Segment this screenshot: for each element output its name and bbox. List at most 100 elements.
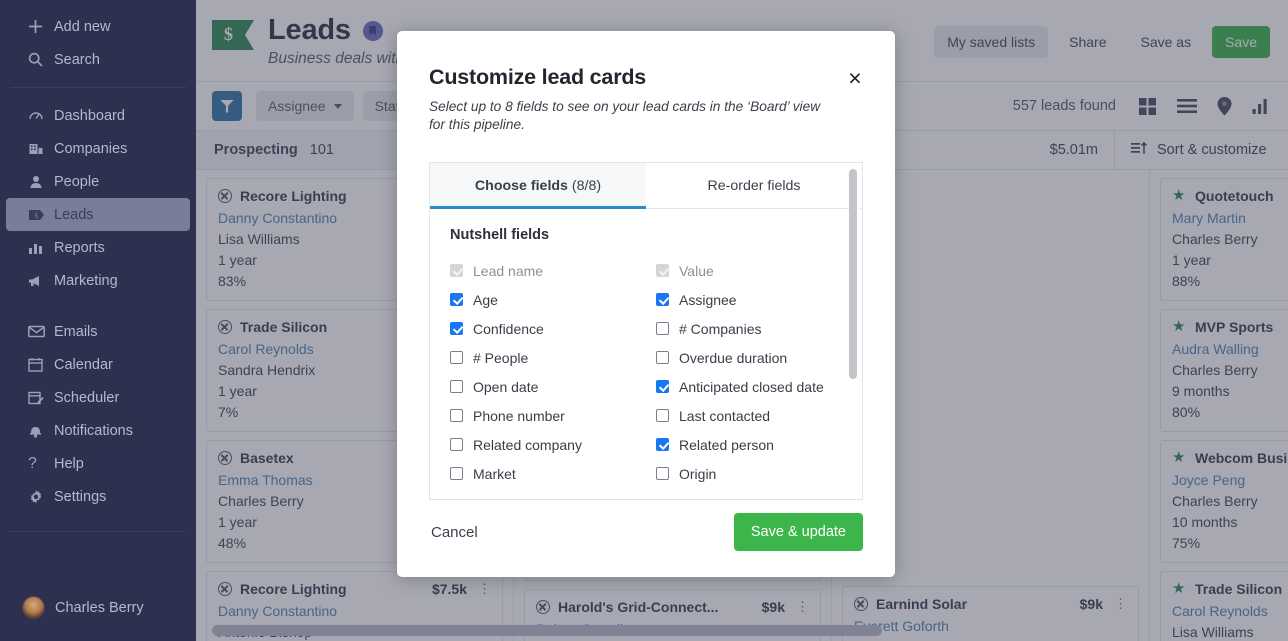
chart-view-icon[interactable] — [1252, 98, 1270, 114]
horizontal-scrollbar[interactable] — [196, 625, 1288, 637]
sort-customize-button[interactable]: Sort & customize — [1114, 131, 1288, 169]
checkbox-phone-number[interactable] — [450, 409, 463, 423]
sidebar-item-settings[interactable]: Settings — [6, 480, 190, 513]
sidebar-user-row[interactable]: Charles Berry — [0, 596, 196, 619]
field-open-date[interactable]: Open date — [450, 372, 656, 401]
save-and-update-button[interactable]: Save & update — [733, 513, 863, 551]
sidebar-item-label: Notifications — [54, 422, 133, 439]
sidebar-item-dashboard[interactable]: Dashboard — [6, 99, 190, 132]
filter-icon[interactable] — [212, 91, 242, 121]
field-phone-number[interactable]: Phone number — [450, 401, 656, 430]
checkbox-related-company[interactable] — [450, 438, 463, 452]
field-confidence[interactable]: Confidence — [450, 314, 656, 343]
field-label: Overdue duration — [679, 349, 788, 366]
sidebar-item-leads[interactable]: $ Leads — [6, 198, 190, 231]
lead-card-person[interactable]: Mary Martin — [1172, 210, 1288, 226]
map-view-icon[interactable] — [1217, 96, 1232, 116]
modal-footer: Cancel Save & update — [397, 513, 895, 577]
checkbox-assignee[interactable] — [656, 293, 669, 307]
sidebar-item-label: Dashboard — [54, 107, 125, 124]
board-view-icon[interactable] — [1138, 97, 1157, 116]
sidebar-item-reports[interactable]: Reports — [6, 231, 190, 264]
sidebar-item-help[interactable]: ? Help — [6, 447, 190, 480]
lead-card-person[interactable]: Joyce Peng — [1172, 472, 1288, 488]
lead-card-person[interactable]: Danny Constantino — [218, 603, 491, 619]
tab-label: Choose fields — [474, 177, 568, 194]
checkbox-last-contacted[interactable] — [656, 409, 669, 423]
checkbox-open-date[interactable] — [450, 380, 463, 394]
lead-tag-icon: $ — [28, 208, 54, 222]
kebab-menu-icon[interactable]: ⋮ — [478, 582, 491, 595]
lead-card-name: MVP Sports — [1195, 319, 1274, 335]
checkbox-confidence[interactable] — [450, 322, 463, 336]
sidebar-item-emails[interactable]: Emails — [6, 315, 190, 348]
checkbox-age[interactable] — [450, 293, 463, 307]
sidebar-item-notifications[interactable]: Notifications — [6, 414, 190, 447]
field-num-people[interactable]: # People — [450, 343, 656, 372]
lead-card[interactable]: ★ Quotetouch Mary Martin Charles Berry 1… — [1160, 178, 1288, 301]
sidebar-item-people[interactable]: People — [6, 165, 190, 198]
circle-x-icon — [218, 189, 232, 203]
cancel-button[interactable]: Cancel — [429, 518, 480, 547]
scrollbar-thumb[interactable] — [849, 169, 857, 380]
sidebar-item-label: Leads — [54, 206, 94, 223]
field-age[interactable]: Age — [450, 285, 656, 314]
checkbox-related-person[interactable] — [656, 438, 669, 452]
field-market[interactable]: Market — [450, 459, 656, 488]
lead-card-person[interactable]: Audra Walling — [1172, 341, 1288, 357]
field-label: Origin — [679, 465, 717, 482]
field-assignee[interactable]: Assignee — [656, 285, 862, 314]
page-subtitle: Business deals with... — [268, 50, 418, 67]
kebab-menu-icon[interactable]: ⋮ — [1114, 597, 1127, 610]
customize-lead-cards-modal: Customize lead cards Select up to 8 fiel… — [397, 31, 895, 577]
checkbox-overdue-duration[interactable] — [656, 351, 669, 365]
plus-icon — [28, 19, 54, 34]
bookmark-icon[interactable] — [362, 20, 383, 41]
close-icon[interactable]: × — [844, 67, 866, 90]
sidebar-item-marketing[interactable]: Marketing — [6, 264, 190, 297]
question-mark-icon: ? — [28, 454, 37, 472]
scrollbar-thumb[interactable] — [212, 625, 882, 636]
filter-chip-label: Stat — [374, 98, 400, 114]
sidebar-item-scheduler[interactable]: Scheduler — [6, 381, 190, 414]
checkbox-num-companies[interactable] — [656, 322, 669, 336]
search-icon — [28, 52, 54, 67]
list-view-icon[interactable] — [1177, 98, 1197, 114]
sidebar-item-companies[interactable]: Companies — [6, 132, 190, 165]
field-anticipated-closed-date[interactable]: Anticipated closed date — [656, 372, 862, 401]
field-last-contacted[interactable]: Last contacted — [656, 401, 862, 430]
share-button[interactable]: Share — [1056, 26, 1119, 58]
tab-list: Choose fields (8/8) Re-order fields — [430, 163, 862, 210]
filter-chip-assignee[interactable]: Assignee — [256, 91, 354, 121]
fields-scrollbar[interactable] — [849, 165, 860, 498]
checkbox-anticipated-closed-date[interactable] — [656, 380, 669, 394]
my-saved-lists-button[interactable]: My saved lists — [934, 26, 1049, 58]
field-overdue-duration[interactable]: Overdue duration — [656, 343, 862, 372]
checkbox-origin[interactable] — [656, 467, 669, 481]
gear-icon — [28, 489, 54, 505]
lead-card[interactable]: ★ Webcom Business S Joyce Peng Charles B… — [1160, 440, 1288, 563]
sidebar-item-search[interactable]: Search — [6, 43, 190, 76]
field-related-person[interactable]: Related person — [656, 430, 862, 459]
field-num-companies[interactable]: # Companies — [656, 314, 862, 343]
tab-choose-fields[interactable]: Choose fields (8/8) — [430, 163, 646, 210]
lead-card[interactable]: ★ MVP Sports Audra Walling Charles Berry… — [1160, 309, 1288, 432]
field-origin[interactable]: Origin — [656, 459, 862, 488]
sidebar-item-label: Reports — [54, 239, 105, 256]
field-related-company[interactable]: Related company — [450, 430, 656, 459]
lead-card-value: $9k — [761, 599, 785, 615]
save-as-button[interactable]: Save as — [1127, 26, 1204, 58]
sidebar-item-calendar[interactable]: Calendar — [6, 348, 190, 381]
header-actions: My saved lists Share Save as Save — [934, 26, 1270, 58]
kebab-menu-icon[interactable]: ⋮ — [796, 600, 809, 613]
checkbox-num-people[interactable] — [450, 351, 463, 365]
save-button[interactable]: Save — [1212, 26, 1270, 58]
field-label: Market — [473, 465, 516, 482]
tab-reorder-fields[interactable]: Re-order fields — [646, 163, 862, 209]
star-icon: ★ — [1172, 187, 1186, 204]
lead-card-confidence: 80% — [1172, 404, 1201, 420]
lead-card-person[interactable]: Carol Reynolds — [1172, 603, 1288, 619]
checkbox-market[interactable] — [450, 467, 463, 481]
sidebar-item-add-new[interactable]: Add new — [6, 10, 190, 43]
megaphone-icon — [28, 274, 54, 288]
